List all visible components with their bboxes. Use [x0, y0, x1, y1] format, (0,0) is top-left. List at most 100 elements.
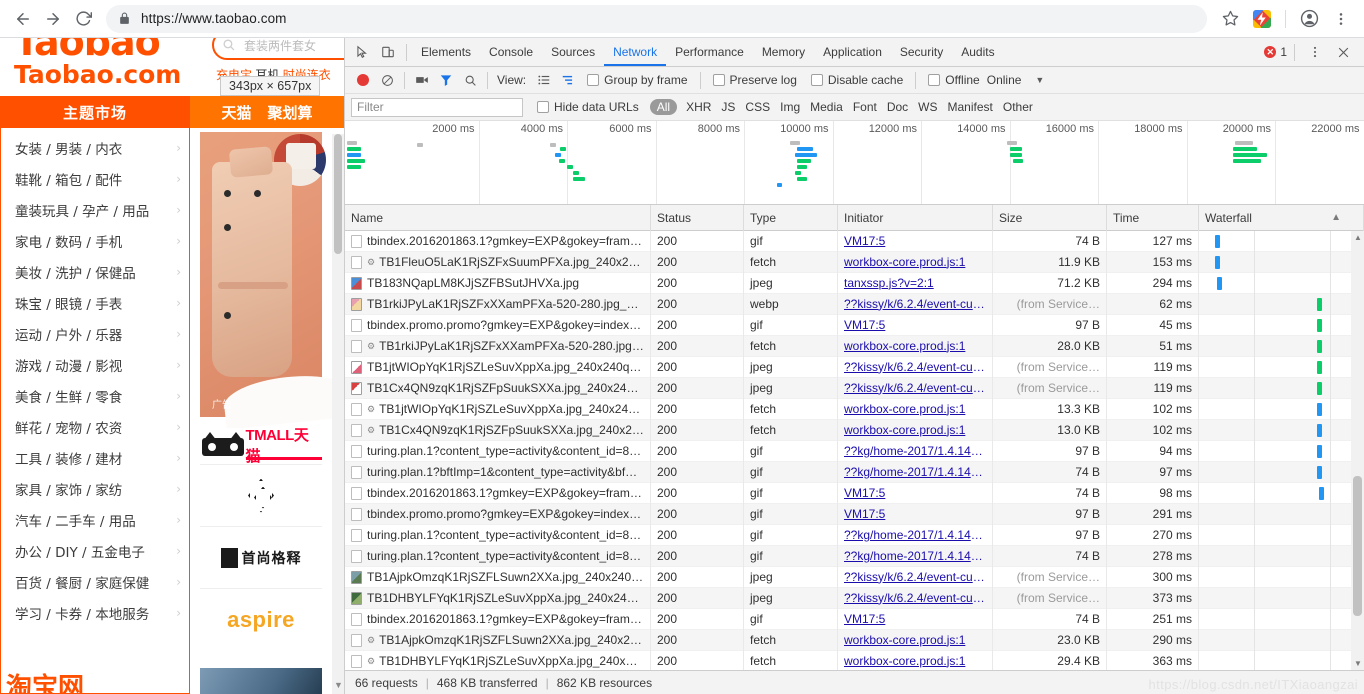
request-initiator-link[interactable]: ??kissy/k/6.2.4/event-cus… [844, 567, 986, 588]
address-bar[interactable]: https://www.taobao.com [106, 4, 1207, 33]
category-item[interactable]: 鞋靴 / 箱包 / 配件 › [1, 163, 189, 194]
category-item[interactable]: 童装玩具 / 孕产 / 用品 › [1, 194, 189, 225]
category-item[interactable]: 美妆 / 洗护 / 保健品 › [1, 256, 189, 287]
disable-cache-checkbox[interactable]: Disable cache [810, 73, 903, 87]
filter-type-css[interactable]: CSS [740, 100, 775, 114]
table-row[interactable]: ⚙ TB1jtWIOpYqK1RjSZLeSuvXppXa.jpg_240x240… [345, 398, 1364, 420]
table-row[interactable]: ⚙ TB1Cx4QN9zqK1RjSZFpSuukSXXa.jpg_240x240… [345, 419, 1364, 441]
reload-icon[interactable] [68, 4, 98, 34]
request-initiator-link[interactable]: workbox-core.prod.js:1 [844, 420, 986, 441]
preserve-log-checkbox[interactable]: Preserve log [712, 73, 797, 87]
request-initiator-link[interactable]: ??kissy/k/6.2.4/event-cus… [844, 294, 986, 315]
request-initiator-link[interactable]: VM17:5 [844, 231, 986, 252]
filter-type-all[interactable]: All [649, 99, 678, 115]
tab-audits[interactable]: Audits [952, 38, 1003, 66]
brand-cell-renault[interactable] [200, 464, 322, 526]
nav-tmall[interactable]: 天猫 [221, 102, 251, 123]
chevron-down-icon[interactable]: ▼ [1035, 75, 1044, 85]
tab-elements[interactable]: Elements [412, 38, 480, 66]
taobao-logo[interactable]: Taobao Taobao.com [14, 38, 181, 89]
category-item[interactable]: 家具 / 家饰 / 家纺 › [1, 473, 189, 504]
tab-console[interactable]: Console [480, 38, 542, 66]
category-item[interactable]: 鲜花 / 宠物 / 农资 › [1, 411, 189, 442]
table-row[interactable]: turing.plan.1?content_type=activity&cont… [345, 545, 1364, 567]
back-arrow-icon[interactable] [8, 4, 38, 34]
table-row[interactable]: turing.plan.1?content_type=activity&cont… [345, 440, 1364, 462]
filter-input[interactable]: Filter [351, 97, 523, 117]
tab-application[interactable]: Application [814, 38, 891, 66]
network-request-list[interactable]: tbindex.2016201863.1?gmkey=EXP&gokey=fra… [345, 231, 1364, 670]
forward-arrow-icon[interactable] [38, 4, 68, 34]
request-initiator-link[interactable]: workbox-core.prod.js:1 [844, 630, 986, 651]
request-initiator-link[interactable]: ??kissy/k/6.2.4/event-cus… [844, 588, 986, 609]
column-header-name[interactable]: Name [345, 204, 651, 231]
category-item[interactable]: 学习 / 卡券 / 本地服务 › [1, 597, 189, 628]
request-initiator-link[interactable]: workbox-core.prod.js:1 [844, 399, 986, 420]
tab-network[interactable]: Network [604, 38, 667, 66]
search-input[interactable]: 套装两件套女 [212, 38, 344, 60]
column-header-time[interactable]: Time [1107, 204, 1199, 231]
request-initiator-link[interactable]: ??kg/home-2017/1.4.14/i… [844, 525, 986, 546]
table-row[interactable]: tbindex.promo.promo?gmkey=EXP&gokey=inde… [345, 503, 1364, 525]
request-initiator-link[interactable]: VM17:5 [844, 315, 986, 336]
list-view-icon[interactable] [532, 68, 556, 92]
hide-data-urls-checkbox[interactable]: Hide data URLs [537, 100, 639, 114]
column-header-size[interactable]: Size [993, 204, 1107, 231]
sort-ascending-icon[interactable]: ▲ [1331, 205, 1341, 231]
error-count-badge[interactable]: ✕ 1 [1264, 45, 1287, 59]
request-initiator-link[interactable]: ??kissy/k/6.2.4/event-cus… [844, 357, 986, 378]
category-item[interactable]: 运动 / 户外 / 乐器 › [1, 318, 189, 349]
column-header-initiator[interactable]: Initiator [838, 204, 993, 231]
request-initiator-link[interactable]: VM17:5 [844, 504, 986, 525]
table-row[interactable]: ⚙ TB1FleuO5LaK1RjSZFxSuumPFXa.jpg_240x240… [345, 251, 1364, 273]
request-initiator-link[interactable]: ??kg/home-2017/1.4.14/i… [844, 546, 986, 567]
network-overview-timeline[interactable]: 2000 ms 4000 ms 6000 ms 8000 ms 10000 ms 1200… [345, 121, 1364, 205]
group-by-frame-checkbox[interactable]: Group by frame [587, 73, 688, 87]
request-initiator-link[interactable]: ??kg/home-2017/1.4.14/i… [844, 462, 986, 483]
scroll-down-arrow-icon[interactable]: ▼ [334, 680, 343, 690]
request-initiator-link[interactable]: workbox-core.prod.js:1 [844, 252, 986, 273]
device-toolbar-icon[interactable] [375, 39, 401, 65]
filter-type-manifest[interactable]: Manifest [943, 100, 998, 114]
filter-type-other[interactable]: Other [998, 100, 1038, 114]
filter-type-font[interactable]: Font [848, 100, 882, 114]
nav-theme-market[interactable]: 主题市场 [0, 96, 190, 128]
table-row[interactable]: TB1AjpkOmzqK1RjSZFLSuwn2XXa.jpg_240x240q… [345, 566, 1364, 588]
record-button-icon[interactable] [351, 68, 375, 92]
filter-type-img[interactable]: Img [775, 100, 805, 114]
column-header-type[interactable]: Type [744, 204, 838, 231]
search-magnifier-icon[interactable] [458, 68, 482, 92]
category-item[interactable]: 女装 / 男装 / 内衣 › [1, 132, 189, 163]
table-row[interactable]: tbindex.2016201863.1?gmkey=EXP&gokey=fra… [345, 482, 1364, 504]
category-item[interactable]: 美食 / 生鲜 / 零食 › [1, 380, 189, 411]
table-row[interactable]: tbindex.2016201863.1?gmkey=EXP&gokey=fra… [345, 608, 1364, 630]
request-initiator-link[interactable]: ??kissy/k/6.2.4/event-cus… [844, 378, 986, 399]
brand-cell-shoushang[interactable]: 首尚格释 [200, 526, 322, 588]
filter-type-doc[interactable]: Doc [882, 100, 913, 114]
star-icon[interactable] [1215, 4, 1245, 34]
kebab-menu-icon[interactable] [1302, 39, 1328, 65]
category-item[interactable]: 家电 / 数码 / 手机 › [1, 225, 189, 256]
bottom-promo-image[interactable] [200, 668, 322, 694]
category-item[interactable]: 汽车 / 二手车 / 用品 › [1, 504, 189, 535]
request-list-scrollbar[interactable]: ▲ ▼ [1351, 231, 1364, 670]
nav-juhuasuan[interactable]: 聚划算 [268, 102, 313, 123]
request-initiator-link[interactable]: workbox-core.prod.js:1 [844, 336, 986, 357]
tmall-banner[interactable]: TMALL天猫 [200, 427, 322, 465]
filter-type-js[interactable]: JS [716, 100, 740, 114]
table-row[interactable]: tbindex.2016201863.1?gmkey=EXP&gokey=fra… [345, 231, 1364, 252]
scrollbar-thumb[interactable] [1353, 476, 1362, 616]
category-item[interactable]: 珠宝 / 眼镜 / 手表 › [1, 287, 189, 318]
scroll-down-arrow-icon[interactable]: ▼ [1354, 659, 1362, 668]
tab-security[interactable]: Security [891, 38, 952, 66]
waterfall-view-icon[interactable] [556, 68, 580, 92]
throttling-value[interactable]: Online [987, 73, 1022, 87]
table-row[interactable]: turing.plan.1?bftImp=1&content_type=acti… [345, 461, 1364, 483]
table-row[interactable]: TB1jtWIOpYqK1RjSZLeSuvXppXa.jpg_240x240q… [345, 356, 1364, 378]
kebab-menu-icon[interactable] [1326, 4, 1356, 34]
filter-type-ws[interactable]: WS [913, 100, 942, 114]
category-item[interactable]: 工具 / 装修 / 建材 › [1, 442, 189, 473]
extension-icon[interactable] [1247, 4, 1277, 34]
filter-type-media[interactable]: Media [805, 100, 848, 114]
tab-memory[interactable]: Memory [753, 38, 814, 66]
